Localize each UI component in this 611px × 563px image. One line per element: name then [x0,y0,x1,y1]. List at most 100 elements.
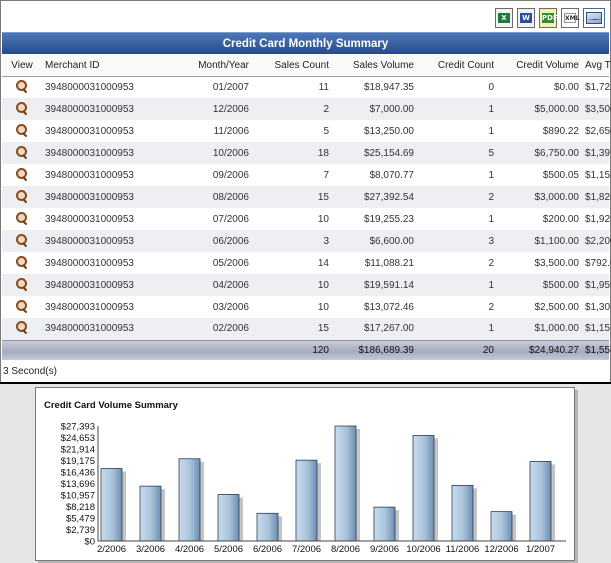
credit-count-cell: 1 [417,120,497,142]
column-header-avg-ticket: Avg Ticket [582,55,611,77]
view-cell [2,120,42,142]
bar-12-2006[interactable] [490,511,513,542]
merchant-id-cell: 3948000031000953 [42,142,152,164]
view-details-icon[interactable] [16,123,28,136]
sales-volume-cell: $27,392.54 [332,186,417,208]
view-cell [2,318,42,340]
sales-count-cell: 3 [252,230,332,252]
bar-10-2006[interactable] [412,434,435,542]
column-header-credit-volume: Credit Volume [497,55,582,77]
view-details-icon[interactable] [16,101,28,114]
merchant-id-cell: 3948000031000953 [42,318,152,340]
monthly-summary-table: View Merchant ID Month/Year Sales Count Sale… [2,55,611,360]
bar-2-2006[interactable] [100,468,123,542]
view-cell [2,296,42,318]
bar-6-2006[interactable] [256,512,279,542]
column-header-sales-volume: Sales Volume [332,55,417,77]
month-year-cell: 01/2007 [152,76,252,98]
column-header-merchant-id: Merchant ID [42,55,152,77]
view-cell [2,186,42,208]
table-row: 3948000031000953 12/2006 2 $7,000.00 1 $5,000… [2,98,611,120]
credit-volume-cell: $1,000.00 [497,318,582,340]
month-year-cell: 08/2006 [152,186,252,208]
email-report-icon[interactable] [583,8,605,28]
merchant-id-cell: 3948000031000953 [42,76,152,98]
view-details-icon[interactable] [16,211,28,224]
credit-volume-cell: $3,000.00 [497,186,582,208]
avg-ticket-cell: $1,925.52 [582,208,611,230]
export-pdf-icon[interactable]: PDF [539,8,558,28]
table-row: 3948000031000953 05/2006 14 $11,088.21 2 $3,5… [2,252,611,274]
view-details-icon[interactable] [16,79,28,92]
avg-ticket-cell: $2,650.00 [582,120,611,142]
volume-chart-container: Credit Card Volume Summary $0 $2,739 $5,47… [35,387,575,561]
sales-count-cell: 15 [252,318,332,340]
table-row: 3948000031000953 06/2006 3 $6,600.00 3 $1,100… [2,230,611,252]
view-details-icon[interactable] [16,277,28,290]
report-title: Credit Card Monthly Summary [2,32,609,54]
column-header-sales-count: Sales Count [252,55,332,77]
avg-ticket-cell: $1,959.11 [582,274,611,296]
avg-ticket-cell: $2,200.00 [582,230,611,252]
month-year-cell: 09/2006 [152,164,252,186]
xml-glyph: XML [564,13,580,23]
avg-ticket-cell: $792.02 [582,252,611,274]
credit-count-cell: 2 [417,296,497,318]
x-tick-label: 2/2006 [97,544,126,555]
totals-spacer [2,339,42,360]
y-tick-label: $8,218 [66,502,95,513]
x-tick-label: 6/2006 [253,544,282,555]
view-details-icon[interactable] [16,167,28,180]
table-row: 3948000031000953 11/2006 5 $13,250.00 1 $890.… [2,120,611,142]
credit-volume-cell: $0.00 [497,76,582,98]
x-tick-label: 3/2006 [136,544,165,555]
sales-count-cell: 5 [252,120,332,142]
avg-ticket-cell: $1,152.97 [582,164,611,186]
y-tick-label: $2,739 [66,525,95,536]
view-details-icon[interactable] [16,233,28,246]
sales-volume-cell: $17,267.00 [332,318,417,340]
export-xml-icon[interactable]: XML [561,8,579,28]
view-details-icon[interactable] [16,255,28,268]
credit-count-cell: 1 [417,164,497,186]
pdf-glyph: PDF [542,13,558,23]
sales-count-cell: 7 [252,164,332,186]
view-cell [2,76,42,98]
x-tick-label: 4/2006 [175,544,204,555]
view-details-icon[interactable] [16,299,28,312]
table-row: 3948000031000953 10/2006 18 $25,154.69 5 $6,7… [2,142,611,164]
sales-volume-cell: $8,070.77 [332,164,417,186]
sales-count-cell: 14 [252,252,332,274]
merchant-id-cell: 3948000031000953 [42,296,152,318]
bar-3-2006[interactable] [139,485,162,542]
bar-4-2006[interactable] [178,458,201,542]
y-tick-label: $27,393 [61,422,95,433]
view-cell [2,274,42,296]
credit-volume-cell: $1,100.00 [497,230,582,252]
avg-ticket-cell: $1,722.49 [582,76,611,98]
view-details-icon[interactable] [16,321,28,333]
view-details-icon[interactable] [16,145,28,158]
avg-ticket-cell: $1,151.13 [582,318,611,340]
totals-spacer [152,339,252,360]
y-tick-label: $21,914 [61,445,95,456]
export-word-icon[interactable]: W [517,8,535,28]
export-excel-icon[interactable]: X [495,8,513,28]
view-details-icon[interactable] [16,189,28,202]
bar-5-2006[interactable] [217,494,240,542]
x-tick-label: 11/2006 [446,544,480,555]
bar-9-2006[interactable] [373,506,396,542]
total-credit-count: 20 [417,339,497,360]
view-cell [2,252,42,274]
bar-1-2007[interactable] [529,461,552,542]
credit-count-cell: 0 [417,76,497,98]
column-header-view: View [2,55,42,77]
bar-11-2006[interactable] [451,484,474,542]
credit-count-cell: 5 [417,142,497,164]
sales-volume-cell: $19,255.23 [332,208,417,230]
credit-count-cell: 2 [417,186,497,208]
avg-ticket-cell: $1,397.48 [582,142,611,164]
month-year-cell: 04/2006 [152,274,252,296]
bar-7-2006[interactable] [295,459,318,542]
bar-8-2006[interactable] [334,425,357,542]
